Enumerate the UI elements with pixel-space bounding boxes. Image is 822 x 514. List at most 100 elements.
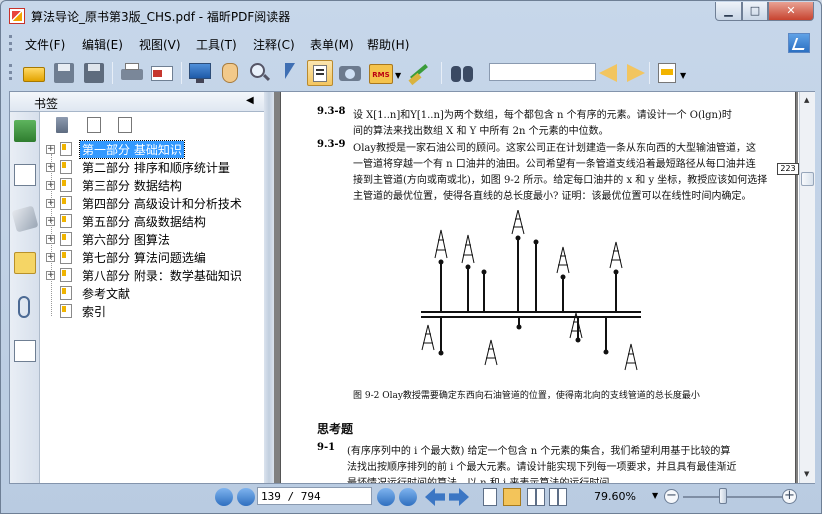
zoom-in-button[interactable]: + [782, 489, 797, 504]
single-page-icon[interactable] [483, 488, 497, 506]
open-folder-icon[interactable] [21, 60, 47, 86]
hand-icon[interactable] [217, 60, 243, 86]
bookmark-item[interactable]: + 第五部分 高级数据结构 [41, 212, 261, 230]
collapse-panel-button[interactable]: ◀ [246, 95, 254, 106]
zoom-icon[interactable] [247, 60, 273, 86]
bookmark-label[interactable]: 第七部分 算法问题选编 [80, 249, 208, 266]
bookmark-item[interactable]: 索引 [41, 302, 261, 320]
email-icon[interactable] [149, 60, 175, 86]
comments-tab-icon[interactable] [14, 252, 36, 274]
menu-bar: 文件(F) 编辑(E) 视图(V) 工具(T) 注释(C) 表单(M) 帮助(H… [9, 32, 815, 54]
facing-pages-icon[interactable] [527, 488, 545, 506]
bookmark-item[interactable]: 参考文献 [41, 284, 261, 302]
toolbar-separator [112, 62, 113, 84]
delete-bookmark-icon[interactable] [56, 117, 68, 133]
bookmarks-tab-icon[interactable] [14, 120, 36, 142]
navigation-sidebar [10, 112, 40, 483]
go-forward-icon[interactable] [449, 488, 469, 506]
zoom-level[interactable]: 79.60% [594, 490, 636, 503]
zoom-dropdown-icon[interactable]: ▼ [652, 491, 658, 500]
add-bookmark-icon[interactable] [87, 117, 101, 133]
oil-pipeline-figure [421, 210, 641, 371]
bookmark-icon [60, 196, 72, 210]
bookmark-icon [60, 250, 72, 264]
scroll-down-icon[interactable]: ▼ [804, 470, 809, 478]
continuous-page-icon[interactable] [503, 488, 521, 506]
sign-icon[interactable] [406, 60, 432, 86]
menu-tools[interactable]: 工具(T) [196, 36, 237, 53]
signatures-tab-icon[interactable] [14, 340, 36, 362]
select-icon[interactable] [277, 60, 303, 86]
bookmark-icon [60, 214, 72, 228]
toolbar-separator [441, 62, 442, 84]
bookmark-item[interactable]: + 第八部分 附录：数学基础知识 [41, 266, 261, 284]
bookmark-label[interactable]: 第一部分 基础知识 [79, 140, 185, 159]
menu-grip[interactable] [9, 35, 12, 51]
last-page-icon[interactable] [399, 488, 417, 506]
bookmark-item[interactable]: + 第六部分 图算法 [41, 230, 261, 248]
save-as-icon[interactable] [81, 60, 107, 86]
bookmark-item[interactable]: + 第三部分 数据结构 [41, 176, 261, 194]
bookmark-label[interactable]: 第五部分 高级数据结构 [80, 213, 208, 230]
attachments-tab-icon[interactable] [18, 296, 30, 318]
scroll-thumb[interactable] [801, 172, 814, 186]
panel-splitter[interactable] [264, 92, 274, 483]
go-back-icon[interactable] [425, 488, 445, 506]
bookmark-item[interactable]: + 第一部分 基础知识 [41, 140, 261, 159]
exercise-text: 主管道的最优位置，使得各直线的总长度最小? 证明：该最优位置可以在线性时间内确定… [353, 191, 752, 202]
menu-comment[interactable]: 注释(C) [253, 36, 295, 53]
minimize-button[interactable]: ▁ [715, 2, 742, 21]
previous-page-icon[interactable] [237, 488, 255, 506]
bookmark-item[interactable]: + 第二部分 排序和顺序统计量 [41, 158, 261, 176]
title-bar[interactable]: 算法导论_原书第3版_CHS.pdf - 福昕PDF阅读器 ▁ □ ✕ [1, 1, 821, 31]
rms-icon[interactable]: RMS ▼ [367, 60, 401, 86]
menu-view[interactable]: 视图(V) [139, 36, 181, 53]
zoom-slider[interactable] [683, 496, 783, 498]
next-page-icon[interactable] [377, 488, 395, 506]
menu-file[interactable]: 文件(F) [25, 36, 65, 53]
bookmark-label[interactable]: 第八部分 附录：数学基础知识 [80, 267, 244, 284]
bookmark-label[interactable]: 第四部分 高级设计和分析技术 [80, 195, 244, 212]
zoom-slider-thumb[interactable] [719, 488, 727, 504]
maximize-button[interactable]: □ [742, 2, 768, 21]
section-title: 思考题 [317, 422, 354, 436]
bookmark-label[interactable]: 索引 [80, 303, 108, 320]
vertical-scrollbar[interactable]: ▲ ▼ [799, 92, 815, 483]
scroll-up-icon[interactable]: ▲ [804, 96, 809, 104]
toolbar: RMS ▼ ▼ [9, 56, 815, 90]
snapshot-icon[interactable] [337, 60, 363, 86]
prev-result-icon[interactable] [595, 60, 621, 86]
bookmark-label[interactable]: 第三部分 数据结构 [80, 177, 184, 194]
fullscreen-icon[interactable] [187, 60, 213, 86]
problem-text: 最坏情况运行时间的算法，以 n 和 i 来表示算法的运行时间。 [347, 474, 619, 483]
toolbar-grip[interactable] [9, 64, 12, 80]
bookmark-item[interactable]: + 第四部分 高级设计和分析技术 [41, 194, 261, 212]
bookmark-toolbar [41, 113, 264, 139]
page-number-input[interactable] [257, 487, 372, 505]
expand-icon[interactable]: + [46, 145, 55, 154]
text-select-icon[interactable] [307, 60, 333, 86]
add-child-bookmark-icon[interactable] [118, 117, 132, 133]
bookmark-item[interactable]: + 第七部分 算法问题选编 [41, 248, 261, 266]
bookmark-label[interactable]: 第六部分 图算法 [80, 231, 172, 248]
binoculars-icon[interactable] [449, 60, 475, 86]
close-button[interactable]: ✕ [768, 2, 814, 21]
menu-edit[interactable]: 编辑(E) [82, 36, 123, 53]
print-icon[interactable] [119, 60, 145, 86]
bookmark-label[interactable]: 参考文献 [80, 285, 132, 302]
zoom-out-button[interactable]: − [664, 489, 679, 504]
save-icon[interactable] [51, 60, 77, 86]
document-view[interactable]: 9.3-8 设 X[1..n]和Y[1..n]为两个数组，每个都包含 n 个有序… [274, 92, 798, 483]
continuous-facing-icon[interactable] [549, 488, 567, 506]
bookmark-label[interactable]: 第二部分 排序和顺序统计量 [80, 159, 232, 176]
layers-tab-icon[interactable] [11, 205, 39, 233]
search-input[interactable] [489, 63, 596, 81]
first-page-icon[interactable] [215, 488, 233, 506]
menu-form[interactable]: 表单(M) [310, 36, 354, 53]
next-result-icon[interactable] [623, 60, 649, 86]
highlight-icon[interactable]: ▼ [655, 60, 689, 86]
help-icon[interactable] [788, 33, 810, 53]
figure-caption: 图 9-2 Olay教授需要确定东西向石油管道的位置，使得南北向的支线管道的总长… [353, 391, 700, 401]
pages-tab-icon[interactable] [14, 164, 36, 186]
menu-help[interactable]: 帮助(H) [367, 36, 409, 53]
